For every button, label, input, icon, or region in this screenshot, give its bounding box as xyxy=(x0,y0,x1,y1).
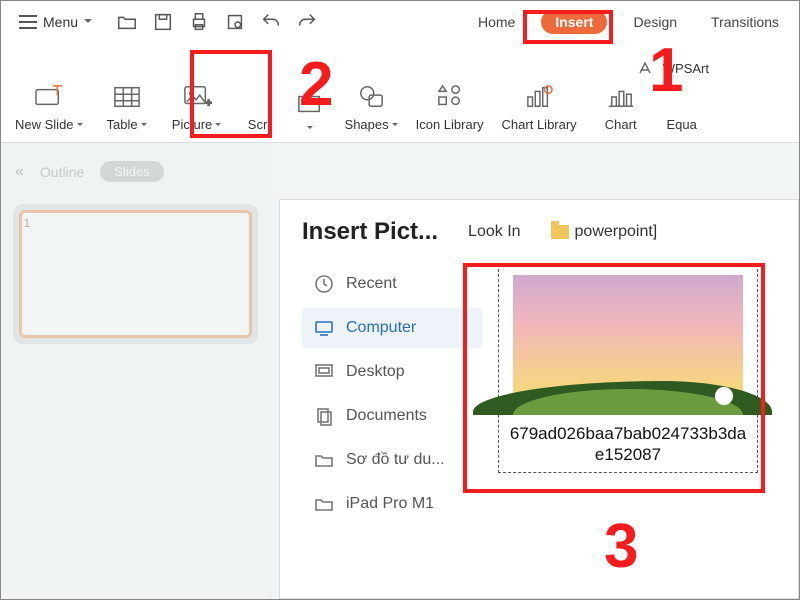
dropdown-arrow-icon xyxy=(307,126,313,132)
ribbon-insert: New Slide Table + Picture Scr Shapes Ico… xyxy=(1,43,799,143)
ribbon-equation[interactable]: Equa xyxy=(665,117,699,132)
ribbon-wpsart-label: WPSArt xyxy=(663,61,709,76)
folder-outline-icon xyxy=(314,494,334,514)
dialog-title: Insert Pict... xyxy=(302,218,438,246)
redo-icon[interactable] xyxy=(296,11,318,33)
file-thumbnail xyxy=(513,275,743,415)
location-list: Recent Computer Desktop Documents Sơ đồ … xyxy=(302,264,482,524)
location-documents[interactable]: Documents xyxy=(302,396,482,436)
new-slide-icon xyxy=(32,83,66,111)
ribbon-icon-library[interactable]: Icon Library xyxy=(416,83,484,132)
ribbon-tabs: Home Insert Design Transitions xyxy=(470,10,787,34)
dropdown-arrow-icon xyxy=(215,123,221,129)
menubar: Menu Home Insert Design Transitions xyxy=(1,1,799,43)
screenshot-icon xyxy=(241,83,275,111)
current-folder-label: powerpoint] xyxy=(575,223,658,241)
dialog-header: Insert Pict... Look In powerpoint] xyxy=(302,218,776,246)
location-desktop-label: Desktop xyxy=(346,363,405,381)
documents-icon xyxy=(314,406,334,426)
ribbon-chart[interactable]: Chart xyxy=(595,83,647,132)
print-preview-icon[interactable] xyxy=(224,11,246,33)
picture-icon: + xyxy=(180,83,214,111)
location-recent-label: Recent xyxy=(346,275,397,293)
table-icon xyxy=(110,83,144,111)
chevron-down-icon xyxy=(84,19,92,27)
hamburger-icon xyxy=(19,15,37,29)
location-custom-2[interactable]: iPad Pro M1 xyxy=(302,484,482,524)
ribbon-screenshot[interactable]: Scr xyxy=(241,83,275,132)
clock-icon xyxy=(314,274,334,294)
chart-library-icon xyxy=(522,83,556,111)
tab-insert[interactable]: Insert xyxy=(541,10,607,34)
menu-button[interactable]: Menu xyxy=(13,10,98,34)
current-folder[interactable]: powerpoint] xyxy=(551,223,658,241)
ribbon-textbox[interactable] xyxy=(293,90,327,132)
ribbon-chart-label: Chart xyxy=(605,117,637,132)
insert-picture-dialog: Insert Pict... Look In powerpoint] Recen… xyxy=(279,199,799,599)
save-icon[interactable] xyxy=(152,11,174,33)
open-folder-icon[interactable] xyxy=(116,11,138,33)
location-computer[interactable]: Computer xyxy=(302,308,482,348)
location-custom-1-label: Sơ đồ tư du... xyxy=(346,451,445,469)
icon-library-icon xyxy=(433,83,467,111)
ribbon-new-slide[interactable]: New Slide xyxy=(15,83,83,132)
dropdown-arrow-icon xyxy=(141,123,147,129)
location-documents-label: Documents xyxy=(346,407,427,425)
chart-icon xyxy=(604,83,638,111)
file-name: 679ad026baa7bab024733b3dae152087 xyxy=(509,423,747,466)
ribbon-wpsart[interactable]: WPSArt xyxy=(637,59,709,77)
ribbon-screenshot-label: Scr xyxy=(248,117,268,132)
menu-label: Menu xyxy=(43,14,78,30)
ribbon-picture-label: Picture xyxy=(172,117,212,132)
location-custom-1[interactable]: Sơ đồ tư du... xyxy=(302,440,482,480)
svg-text:+: + xyxy=(205,97,212,109)
textbox-icon xyxy=(293,90,327,118)
wpsart-icon xyxy=(637,59,657,77)
look-in-label: Look In xyxy=(468,223,520,241)
dropdown-arrow-icon xyxy=(77,123,83,129)
folder-outline-icon xyxy=(314,450,334,470)
location-custom-2-label: iPad Pro M1 xyxy=(346,495,434,513)
desktop-icon xyxy=(314,362,334,382)
location-recent[interactable]: Recent xyxy=(302,264,482,304)
ribbon-picture[interactable]: + Picture xyxy=(171,83,223,132)
file-tile[interactable]: 679ad026baa7bab024733b3dae152087 xyxy=(498,264,758,473)
tab-home[interactable]: Home xyxy=(470,10,523,34)
ribbon-new-slide-label: New Slide xyxy=(15,117,74,132)
ribbon-chart-library-label: Chart Library xyxy=(502,117,577,132)
tab-design[interactable]: Design xyxy=(625,10,685,34)
dropdown-arrow-icon xyxy=(392,123,398,129)
monitor-icon xyxy=(314,318,334,338)
location-computer-label: Computer xyxy=(346,319,416,337)
undo-icon[interactable] xyxy=(260,11,282,33)
tab-transitions[interactable]: Transitions xyxy=(703,10,787,34)
print-icon[interactable] xyxy=(188,11,210,33)
quick-access-toolbar xyxy=(116,11,318,33)
ribbon-shapes[interactable]: Shapes xyxy=(345,83,398,132)
ribbon-icon-library-label: Icon Library xyxy=(416,117,484,132)
ribbon-table-label: Table xyxy=(106,117,137,132)
ribbon-table[interactable]: Table xyxy=(101,83,153,132)
shapes-icon xyxy=(354,83,388,111)
folder-icon xyxy=(551,225,569,239)
location-desktop[interactable]: Desktop xyxy=(302,352,482,392)
ribbon-chart-library[interactable]: Chart Library xyxy=(502,83,577,132)
ribbon-shapes-label: Shapes xyxy=(345,117,389,132)
file-browser: 679ad026baa7bab024733b3dae152087 xyxy=(492,264,776,524)
ribbon-equation-label: Equa xyxy=(667,117,697,132)
